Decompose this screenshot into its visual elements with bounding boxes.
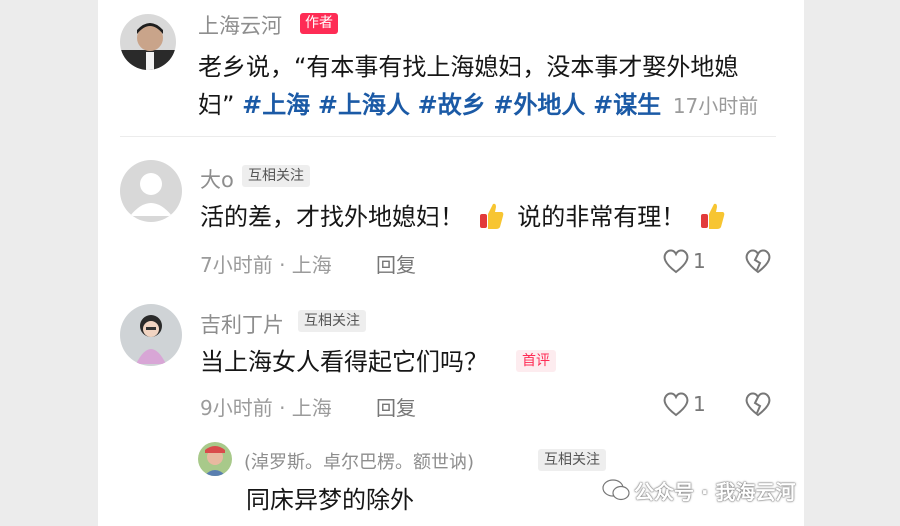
commenter-name-2[interactable]: 吉利丁片 bbox=[200, 309, 284, 339]
comment-meta-2: 9小时前 · 上海 bbox=[200, 396, 332, 420]
hashtag-outsiders[interactable]: #外地人 bbox=[493, 91, 585, 119]
author-name[interactable]: 上海云河 bbox=[198, 10, 282, 40]
reply-button-1[interactable]: 回复 bbox=[376, 249, 416, 278]
comment-text-1b: 说的非常有理！ bbox=[517, 203, 686, 231]
post-text-line1: 老乡说，“有本事有找上海媳妇，没本事才娶外地媳 bbox=[198, 53, 739, 81]
reply-author-name[interactable]: (淖罗斯。卓尔巴楞。额世讷) bbox=[244, 448, 474, 474]
heart-icon[interactable] bbox=[662, 391, 690, 421]
reply-avatar[interactable] bbox=[198, 442, 232, 476]
hashtag-shanghai[interactable]: #上海 bbox=[242, 91, 310, 119]
thumbs-up-icon bbox=[476, 201, 506, 242]
like-count-1: 1 bbox=[693, 249, 706, 273]
post-divider bbox=[120, 136, 776, 137]
hashtag-hometown[interactable]: #故乡 bbox=[418, 91, 486, 119]
comment-text-2: 当上海女人看得起它们吗？ bbox=[200, 348, 488, 376]
author-badge: 作者 bbox=[300, 13, 338, 34]
comment-text-1: 活的差，才找外地媳妇！ 说的非常有理！ bbox=[200, 198, 731, 242]
heart-icon[interactable] bbox=[662, 248, 690, 278]
broken-heart-icon[interactable] bbox=[744, 391, 772, 421]
reply-button-2[interactable]: 回复 bbox=[376, 392, 416, 421]
wechat-icon bbox=[602, 478, 630, 506]
thumbs-up-icon bbox=[697, 201, 727, 242]
mutual-follow-badge-3: 互相关注 bbox=[538, 449, 606, 471]
hashtag-shanghai-people[interactable]: #上海人 bbox=[318, 91, 410, 119]
reply-text: 同床异梦的除外 bbox=[246, 486, 414, 514]
author-avatar[interactable] bbox=[120, 14, 176, 70]
post-time: 17小时前 bbox=[672, 94, 759, 118]
mutual-follow-badge-1: 互相关注 bbox=[242, 165, 310, 187]
like-count-2: 1 bbox=[693, 392, 706, 416]
commenter-avatar-1[interactable] bbox=[120, 160, 182, 222]
comment-text-1a: 活的差，才找外地媳妇！ bbox=[200, 203, 464, 231]
first-comment-badge: 首评 bbox=[516, 350, 556, 372]
mutual-follow-badge-2: 互相关注 bbox=[298, 310, 366, 332]
broken-heart-icon[interactable] bbox=[744, 248, 772, 278]
hashtag-livelihood[interactable]: #谋生 bbox=[593, 91, 661, 119]
post-text: 老乡说，“有本事有找上海媳妇，没本事才娶外地媳 妇” #上海 #上海人 #故乡 … bbox=[198, 48, 788, 125]
comment-meta-1: 7小时前 · 上海 bbox=[200, 253, 332, 277]
commenter-avatar-2[interactable] bbox=[120, 304, 182, 366]
commenter-name-1[interactable]: 大o bbox=[200, 164, 234, 194]
post-text-line2: 妇” bbox=[198, 91, 235, 119]
watermark-text: 公众号 · 我海云河 bbox=[634, 480, 796, 504]
